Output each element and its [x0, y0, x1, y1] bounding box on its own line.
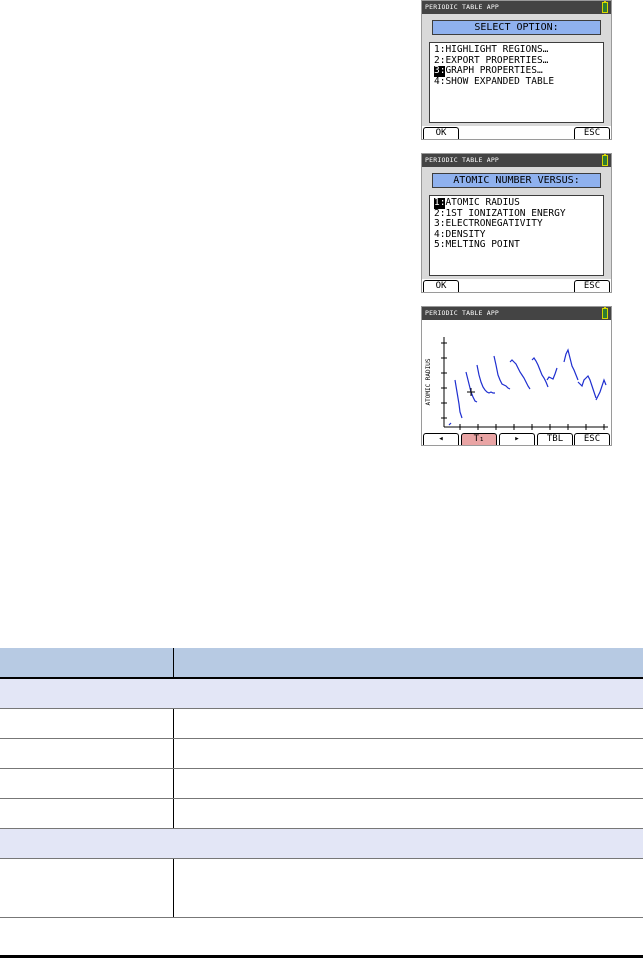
- table-section-row: [0, 828, 643, 859]
- menu-item-highlight-regions[interactable]: 1: HIGHLIGHT REGIONS…: [434, 44, 603, 56]
- table-cell: [0, 768, 174, 799]
- esc-button[interactable]: ESC: [574, 433, 610, 445]
- menu-item-graph-properties[interactable]: 3: GRAPH PROPERTIES…: [434, 65, 603, 77]
- property-menu: 1: ATOMIC RADIUS 2: 1ST IONIZATION ENERGY …: [429, 195, 604, 276]
- trace-cursor: [467, 388, 475, 396]
- table-section-row: [0, 678, 643, 709]
- table-header-row: [0, 648, 643, 679]
- table-row: [0, 738, 643, 769]
- atomic-radius-plot: [441, 337, 608, 430]
- table-cell: [173, 858, 643, 918]
- table-cell: [173, 768, 643, 799]
- dialog-title: ATOMIC NUMBER VERSUS:: [432, 173, 601, 188]
- reference-table: [0, 648, 643, 918]
- table-cell: [173, 738, 643, 769]
- ok-button[interactable]: OK: [423, 127, 459, 139]
- table-header-cell: [0, 648, 174, 679]
- table-row: [0, 708, 643, 739]
- table-row: [0, 858, 643, 918]
- table-row: [0, 768, 643, 799]
- menu-item-melting-point[interactable]: 5: MELTING POINT: [434, 239, 603, 251]
- table-section-cell: [0, 678, 643, 709]
- right-arrow-button[interactable]: ▸: [499, 433, 535, 445]
- table-cell: [0, 798, 174, 829]
- esc-button[interactable]: ESC: [574, 127, 610, 139]
- table-cell: [0, 738, 174, 769]
- option-menu: 1: HIGHLIGHT REGIONS… 2: EXPORT PROPERTIES…: [429, 42, 604, 123]
- menu-item-show-expanded-table[interactable]: 4: SHOW EXPANDED TABLE: [434, 76, 603, 88]
- calc-screen-graph: PERIODIC TABLE APP ATOMIC RADIUS ◂ T₁ ▸ …: [421, 306, 612, 446]
- battery-icon: [602, 307, 608, 319]
- softkey-bar: ◂ T₁ ▸ TBL ESC: [422, 432, 611, 445]
- battery-icon: [602, 154, 608, 166]
- app-title: PERIODIC TABLE APP: [425, 3, 500, 11]
- app-title: PERIODIC TABLE APP: [425, 156, 500, 164]
- menu-item-atomic-radius[interactable]: 1: ATOMIC RADIUS: [434, 197, 603, 209]
- app-title: PERIODIC TABLE APP: [425, 309, 500, 317]
- table-cell: [173, 708, 643, 739]
- dialog-body: ATOMIC NUMBER VERSUS: 1: ATOMIC RADIUS 2:…: [422, 167, 611, 292]
- left-arrow-button[interactable]: ◂: [423, 433, 459, 445]
- status-bar: PERIODIC TABLE APP: [422, 1, 611, 14]
- dialog-body: SELECT OPTION: 1: HIGHLIGHT REGIONS… 2: EX…: [422, 14, 611, 139]
- table-row: [0, 798, 643, 829]
- calc-screen-select-option: PERIODIC TABLE APP SELECT OPTION: 1: HIGH…: [421, 0, 612, 140]
- menu-item-electronegativity[interactable]: 3: ELECTRONEGATIVITY: [434, 218, 603, 230]
- table-header-cell: [173, 648, 643, 679]
- table-cell: [0, 708, 174, 739]
- battery-icon: [602, 1, 608, 13]
- ok-button[interactable]: OK: [423, 280, 459, 292]
- softkey-bar: OK ESC: [422, 279, 611, 292]
- graph-area[interactable]: ATOMIC RADIUS: [422, 320, 611, 432]
- status-bar: PERIODIC TABLE APP: [422, 307, 611, 320]
- dialog-title: SELECT OPTION:: [432, 20, 601, 35]
- table-cell: [173, 798, 643, 829]
- page-bottom-rule: [0, 955, 643, 958]
- trace-button[interactable]: T₁: [461, 433, 497, 445]
- table-cell: [0, 858, 174, 918]
- softkey-bar: OK ESC: [422, 126, 611, 139]
- table-section-cell: [0, 828, 643, 859]
- esc-button[interactable]: ESC: [574, 280, 610, 292]
- calc-screen-atomic-number-versus: PERIODIC TABLE APP ATOMIC NUMBER VERSUS:…: [421, 153, 612, 293]
- status-bar: PERIODIC TABLE APP: [422, 154, 611, 167]
- tbl-button[interactable]: TBL: [537, 433, 573, 445]
